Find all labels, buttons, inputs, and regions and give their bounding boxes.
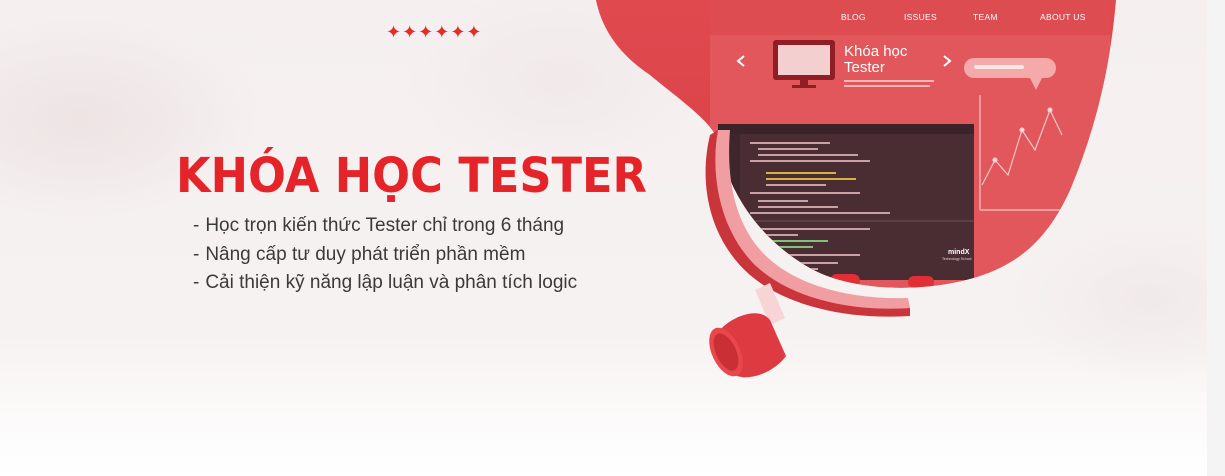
hero-bullet-list: - Học trọn kiến thức Tester chỉ trong 6 t… [193, 212, 577, 298]
magnifier-handle [709, 283, 786, 378]
illustration-red-button [830, 274, 860, 288]
bullet-text: Nâng cấp tư duy phát triển phần mềm [205, 243, 526, 265]
illustration-red-button-2 [908, 276, 934, 288]
hero-bullet: - Học trọn kiến thức Tester chỉ trong 6 t… [193, 212, 577, 241]
hero-bullet: - Cải thiện kỹ năng lập luận và phân tích… [193, 269, 577, 298]
nav-link-team[interactable]: TEAM [973, 12, 998, 22]
nav-link-blog[interactable]: BLOG [841, 12, 866, 22]
decorative-stars: ✦✦✦✦✦✦ [386, 22, 483, 43]
illustration-course-title-line1: Khóa học [844, 43, 908, 60]
bullet-dash: - [193, 243, 200, 265]
bullet-text: Học trọn kiến thức Tester chỉ trong 6 th… [205, 215, 565, 236]
bullet-dash: - [193, 272, 200, 293]
mindx-watermark: mindX [948, 249, 970, 256]
nav-link-issues[interactable]: ISSUES [904, 12, 937, 22]
hero-bullet: - Nâng cấp tư duy phát triển phần mềm [193, 241, 577, 270]
illustration-course-title-line2: Tester [844, 59, 885, 76]
page-scrollbar[interactable] [1207, 0, 1225, 476]
bullet-text: Cải thiện kỹ năng lập luận và phân tích … [205, 272, 578, 293]
hero-illustration: mindX Technology School Khóa học Tester [596, 0, 1116, 378]
hero-banner: ✦✦✦✦✦✦ KHÓA HỌC TESTER - Học trọn kiến th… [0, 0, 1207, 476]
nav-link-about-us[interactable]: ABOUT US [1040, 12, 1086, 22]
hero-title: KHÓA HỌC TESTER [176, 148, 647, 204]
bullet-dash: - [193, 215, 200, 236]
mindx-watermark-subtitle: Technology School [942, 257, 972, 261]
